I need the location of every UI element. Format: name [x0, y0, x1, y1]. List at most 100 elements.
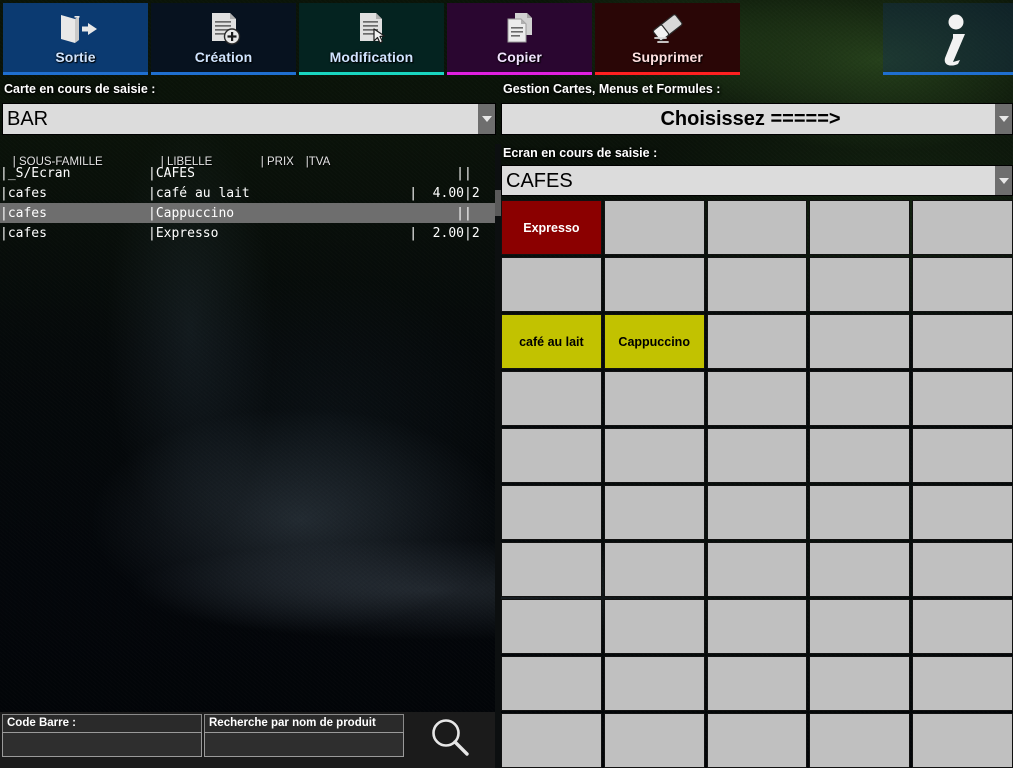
empty-key-slot[interactable]: [912, 257, 1013, 312]
cell-libelle: |Expresso: [148, 225, 219, 241]
cell-tva: |2: [464, 185, 480, 201]
ecran-combobox-value: CAFES: [506, 170, 573, 191]
empty-key-slot[interactable]: [809, 371, 911, 426]
search-button[interactable]: [406, 714, 494, 766]
copier-accent-underline: [447, 72, 592, 75]
creation-label: Création: [194, 49, 253, 65]
empty-key-slot[interactable]: [603, 428, 705, 483]
empty-key-slot[interactable]: [912, 713, 1013, 768]
empty-key-slot[interactable]: [501, 485, 602, 540]
empty-key-slot[interactable]: [603, 599, 705, 654]
cell-tva: |2: [464, 225, 480, 241]
code-barre-input[interactable]: [2, 732, 202, 757]
table-row[interactable]: |cafes |Cappuccino | |: [0, 203, 495, 223]
document-edit-icon: [352, 9, 392, 49]
cell-prix: | 4.00: [409, 185, 464, 201]
empty-key-slot[interactable]: [603, 656, 705, 711]
table-row[interactable]: |cafes |café au lait | 4.00 |2: [0, 183, 495, 203]
empty-key-slot[interactable]: [912, 200, 1013, 255]
empty-key-slot[interactable]: [809, 599, 911, 654]
cell-sous-famille: |cafes: [0, 185, 47, 201]
carte-combobox[interactable]: BAR: [2, 103, 496, 135]
empty-key-slot[interactable]: [912, 485, 1013, 540]
empty-key-slot[interactable]: [912, 314, 1013, 369]
empty-key-slot[interactable]: [706, 200, 808, 255]
empty-key-slot[interactable]: [809, 428, 911, 483]
empty-key-slot[interactable]: [706, 656, 808, 711]
copier-button[interactable]: Copier: [447, 3, 592, 75]
creation-button[interactable]: Création: [151, 3, 296, 75]
empty-key-slot[interactable]: [912, 428, 1013, 483]
ecran-combobox[interactable]: CAFES: [501, 165, 1013, 196]
empty-key-slot[interactable]: [809, 485, 911, 540]
table-row[interactable]: |_S/Ecran |CAFES | |: [0, 163, 495, 183]
empty-key-slot[interactable]: [706, 371, 808, 426]
empty-key-slot[interactable]: [912, 656, 1013, 711]
product-list-header: | SOUS-FAMILLE | LIBELLE | PRIX |TVA: [0, 144, 495, 168]
product-key[interactable]: café au lait: [501, 314, 602, 369]
magnifier-icon: [426, 714, 474, 767]
info-italic-i-icon: [913, 14, 983, 66]
empty-key-slot[interactable]: [912, 599, 1013, 654]
empty-key-slot[interactable]: [603, 713, 705, 768]
cell-prix: | 2.00: [409, 225, 464, 241]
gestion-cartes-label: Gestion Cartes, Menus et Formules :: [503, 82, 721, 96]
empty-key-slot[interactable]: [603, 542, 705, 597]
pos-card-editor-window: Sortie Création Modification Copier Supp…: [0, 0, 1013, 768]
empty-key-slot[interactable]: [809, 542, 911, 597]
gestion-combobox[interactable]: Choisissez =====>: [501, 103, 1013, 135]
product-key-grid[interactable]: Expresso café au lait Cappuccino: [501, 200, 1013, 768]
empty-key-slot[interactable]: [809, 713, 911, 768]
supprimer-label: Supprimer: [632, 49, 703, 65]
empty-key-slot[interactable]: [706, 542, 808, 597]
product-list[interactable]: |_S/Ecran |CAFES | | |cafes |café au lait | 4.…: [0, 163, 495, 705]
chevron-down-icon[interactable]: [995, 166, 1012, 195]
product-key[interactable]: Expresso: [501, 200, 602, 255]
table-row[interactable]: |cafes |Expresso | 2.00 |2: [0, 223, 495, 243]
empty-key-slot[interactable]: [501, 599, 602, 654]
empty-key-slot[interactable]: [706, 713, 808, 768]
cell-tva: |: [464, 205, 472, 221]
chevron-down-icon[interactable]: [995, 104, 1012, 134]
empty-key-slot[interactable]: [706, 599, 808, 654]
empty-key-slot[interactable]: [706, 428, 808, 483]
empty-key-slot[interactable]: [809, 656, 911, 711]
modification-label: Modification: [329, 49, 414, 65]
empty-key-slot[interactable]: [501, 713, 602, 768]
empty-key-slot[interactable]: [809, 200, 911, 255]
empty-key-slot[interactable]: [501, 257, 602, 312]
empty-key-slot[interactable]: [706, 314, 808, 369]
info-button[interactable]: [883, 3, 1013, 75]
chevron-down-icon[interactable]: [478, 104, 495, 134]
empty-key-slot[interactable]: [501, 371, 602, 426]
exit-door-icon: [53, 9, 99, 49]
empty-key-slot[interactable]: [603, 485, 705, 540]
empty-key-slot[interactable]: [706, 485, 808, 540]
empty-key-slot[interactable]: [603, 371, 705, 426]
modification-accent-underline: [299, 72, 444, 75]
empty-key-slot[interactable]: [912, 371, 1013, 426]
sortie-button[interactable]: Sortie: [3, 3, 148, 75]
empty-key-slot[interactable]: [501, 656, 602, 711]
nom-produit-input[interactable]: [204, 732, 404, 757]
main-toolbar: Sortie Création Modification Copier Supp…: [0, 3, 1013, 75]
cell-sous-famille: |cafes: [0, 225, 47, 241]
empty-key-slot[interactable]: [912, 542, 1013, 597]
modification-button[interactable]: Modification: [299, 3, 444, 75]
product-key[interactable]: Cappuccino: [603, 314, 705, 369]
empty-key-slot[interactable]: [501, 542, 602, 597]
ecran-en-cours-label: Ecran en cours de saisie :: [503, 146, 658, 160]
empty-key-slot[interactable]: [603, 257, 705, 312]
cell-tva: |: [464, 165, 472, 181]
empty-key-slot[interactable]: [501, 428, 602, 483]
cell-libelle: |Cappuccino: [148, 205, 235, 221]
empty-key-slot[interactable]: [603, 200, 705, 255]
empty-key-slot[interactable]: [706, 257, 808, 312]
empty-key-slot[interactable]: [809, 314, 911, 369]
empty-key-slot[interactable]: [809, 257, 911, 312]
code-barre-label: Code Barre :: [2, 714, 202, 732]
document-copy-icon: [500, 9, 540, 49]
supprimer-button[interactable]: Supprimer: [595, 3, 740, 75]
cell-sous-famille: |_S/Ecran: [0, 165, 71, 181]
